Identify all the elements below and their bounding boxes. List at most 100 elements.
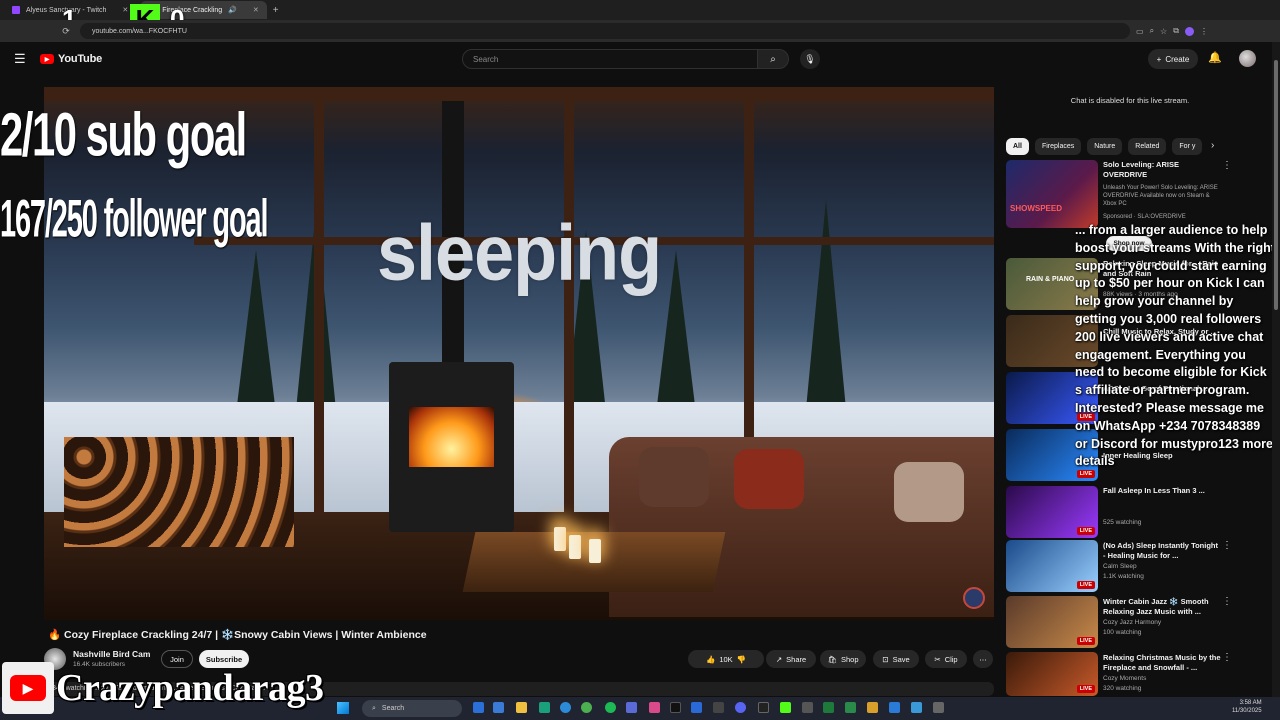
new-tab-button[interactable]: + — [273, 5, 279, 16]
hamburger-menu-icon[interactable]: ☰ — [14, 51, 28, 67]
fire — [409, 407, 494, 467]
pillow — [639, 447, 709, 507]
recommendation-channel: Cozy Jazz Harmony — [1103, 619, 1162, 626]
shop-button[interactable]: 🛍 Shop — [820, 650, 866, 668]
bookmark-icon: ⊡ — [882, 654, 889, 664]
browser-tab-bar: Alyeus Sanctuary - Twitch ✕ Fireplace Cr… — [0, 0, 1280, 20]
app-icon[interactable] — [933, 702, 944, 713]
recommendation-channel: Calm Sleep — [1103, 563, 1137, 570]
more-vert-icon[interactable]: ⋮ — [1222, 160, 1232, 171]
reload-icon[interactable]: ⟳ — [60, 26, 72, 37]
scissors-icon: ✂ — [934, 654, 941, 664]
app-icon[interactable] — [802, 702, 813, 713]
search-button[interactable]: ⌕ — [757, 49, 789, 69]
profile-icon[interactable] — [1184, 26, 1194, 36]
app-icon[interactable] — [713, 702, 724, 713]
dislike-button[interactable]: 👎 — [737, 655, 746, 664]
more-vert-icon[interactable]: ⋮ — [1222, 540, 1232, 551]
audio-icon[interactable]: 🔊 — [228, 6, 237, 14]
create-label: Create — [1165, 54, 1190, 64]
pillow — [894, 462, 964, 522]
xbox-icon[interactable] — [823, 702, 834, 713]
recommendation-item[interactable]: LIVE Fall Asleep In Less Than 3 ... 525 … — [1006, 486, 1246, 538]
avatar[interactable] — [1239, 50, 1256, 67]
close-icon[interactable]: ✕ — [122, 6, 128, 14]
edge-icon[interactable] — [560, 702, 571, 713]
app-icon[interactable] — [845, 702, 856, 713]
kick-icon[interactable] — [780, 702, 791, 713]
share-icon: ↗ — [775, 654, 783, 664]
search-icon: ⌕ — [770, 53, 776, 65]
ad-title: Solo Leveling: ARISE OVERDRIVE — [1103, 160, 1179, 179]
recommendation-title: (No Ads) Sleep Instantly Tonight - Heali… — [1103, 541, 1218, 560]
video-thumbnail[interactable]: LIVE — [1006, 652, 1098, 696]
app-icon[interactable] — [911, 702, 922, 713]
like-button[interactable]: 👍 10K — [706, 655, 733, 664]
bookmark-star-icon[interactable]: ☆ — [1160, 27, 1167, 36]
notifications-bell-icon[interactable]: 🔔 — [1208, 51, 1222, 64]
more-vert-icon[interactable]: ⋮ — [1222, 652, 1232, 663]
taskbar-clock[interactable]: 3:58 AM 11/30/2025 — [1232, 699, 1262, 715]
app-icon[interactable] — [539, 702, 550, 713]
clip-label: Clip — [944, 654, 958, 664]
clip-button[interactable]: ✂ Clip — [925, 650, 967, 668]
task-view-icon[interactable] — [473, 702, 484, 713]
chip-all[interactable]: All — [1006, 138, 1029, 155]
recommendation-item[interactable]: LIVE (No Ads) Sleep Instantly Tonight - … — [1006, 540, 1246, 592]
video-thumbnail[interactable]: LIVE — [1006, 540, 1098, 592]
chip-nature[interactable]: Nature — [1087, 138, 1123, 155]
app-icon[interactable] — [691, 702, 702, 713]
youtube-logo[interactable]: ▶ YouTube — [40, 53, 102, 65]
app-icon[interactable] — [649, 702, 660, 713]
follower-goal-overlay: 167/250 follower goal — [0, 189, 269, 248]
channel-name[interactable]: Nashville Bird Cam — [73, 649, 150, 659]
voice-search-button[interactable]: 🎙 — [800, 49, 820, 69]
file-explorer-icon[interactable] — [516, 702, 527, 713]
more-actions-button[interactable]: ⋯ — [973, 650, 993, 668]
app-icon[interactable] — [889, 702, 900, 713]
taskbar-search[interactable]: ⌕ Search — [362, 700, 462, 717]
app-icon[interactable] — [493, 702, 504, 713]
recommendation-meta: 1.1K watching — [1103, 573, 1144, 580]
save-button[interactable]: ⊡ Save — [873, 650, 919, 668]
twitch-icon — [12, 6, 20, 14]
spotify-icon[interactable] — [605, 702, 616, 713]
extensions-icon[interactable]: ⧉ — [1173, 26, 1179, 36]
thumbs-up-icon: 👍 — [705, 654, 716, 664]
search-input[interactable]: Search — [462, 49, 758, 69]
ad-description: Unleash Your Power! Solo Leveling: ARISE… — [1103, 185, 1218, 207]
video-thumbnail[interactable]: LIVE — [1006, 596, 1098, 648]
live-badge: LIVE — [1076, 470, 1095, 478]
like-dislike-group: 👍 10K 👎 — [688, 650, 764, 668]
menu-dots-icon[interactable]: ⋮ — [1200, 27, 1208, 36]
tiktok-icon[interactable] — [670, 702, 681, 713]
url-field[interactable]: youtube.com/wa...FKOCFHTU — [80, 23, 1130, 39]
app-icon[interactable] — [626, 702, 637, 713]
streamer-name-overlay: Crazypandarag3 — [56, 667, 324, 709]
live-badge: LIVE — [1076, 637, 1095, 645]
recommendation-item[interactable]: LIVE Winter Cabin Jazz ❄️ Smooth Relaxin… — [1006, 596, 1246, 648]
app-icon[interactable] — [758, 702, 769, 713]
chip-fireplaces[interactable]: Fireplaces — [1034, 138, 1082, 155]
filter-chips: All Fireplaces Nature Related For y — [1006, 138, 1203, 156]
chrome-icon[interactable] — [581, 702, 592, 713]
windows-start-icon[interactable] — [337, 702, 349, 714]
recommendation-title: Fall Asleep In Less Than 3 ... — [1103, 486, 1205, 495]
discord-icon[interactable] — [735, 702, 746, 713]
ad-thumbnail[interactable]: SHOWSPEED — [1006, 160, 1098, 228]
share-button[interactable]: ↗ Share — [766, 650, 816, 668]
video-thumbnail[interactable]: LIVE — [1006, 486, 1098, 538]
more-vert-icon[interactable]: ⋮ — [1222, 596, 1232, 607]
zoom-icon[interactable]: ⌕ — [1150, 26, 1154, 36]
chip-related[interactable]: Related — [1128, 138, 1167, 155]
chevron-right-icon[interactable]: › — [1211, 140, 1214, 151]
clock-date: 11/30/2025 — [1232, 708, 1262, 714]
channel-watermark[interactable] — [963, 587, 985, 609]
create-button[interactable]: + Create — [1148, 49, 1198, 69]
chip-for-you[interactable]: For y — [1172, 138, 1203, 155]
app-icon[interactable] — [867, 702, 878, 713]
scrollbar-thumb[interactable] — [1274, 60, 1278, 310]
pine-tree — [804, 200, 848, 430]
cast-icon[interactable]: ▭ — [1136, 27, 1144, 36]
close-icon[interactable]: ✕ — [253, 6, 259, 14]
